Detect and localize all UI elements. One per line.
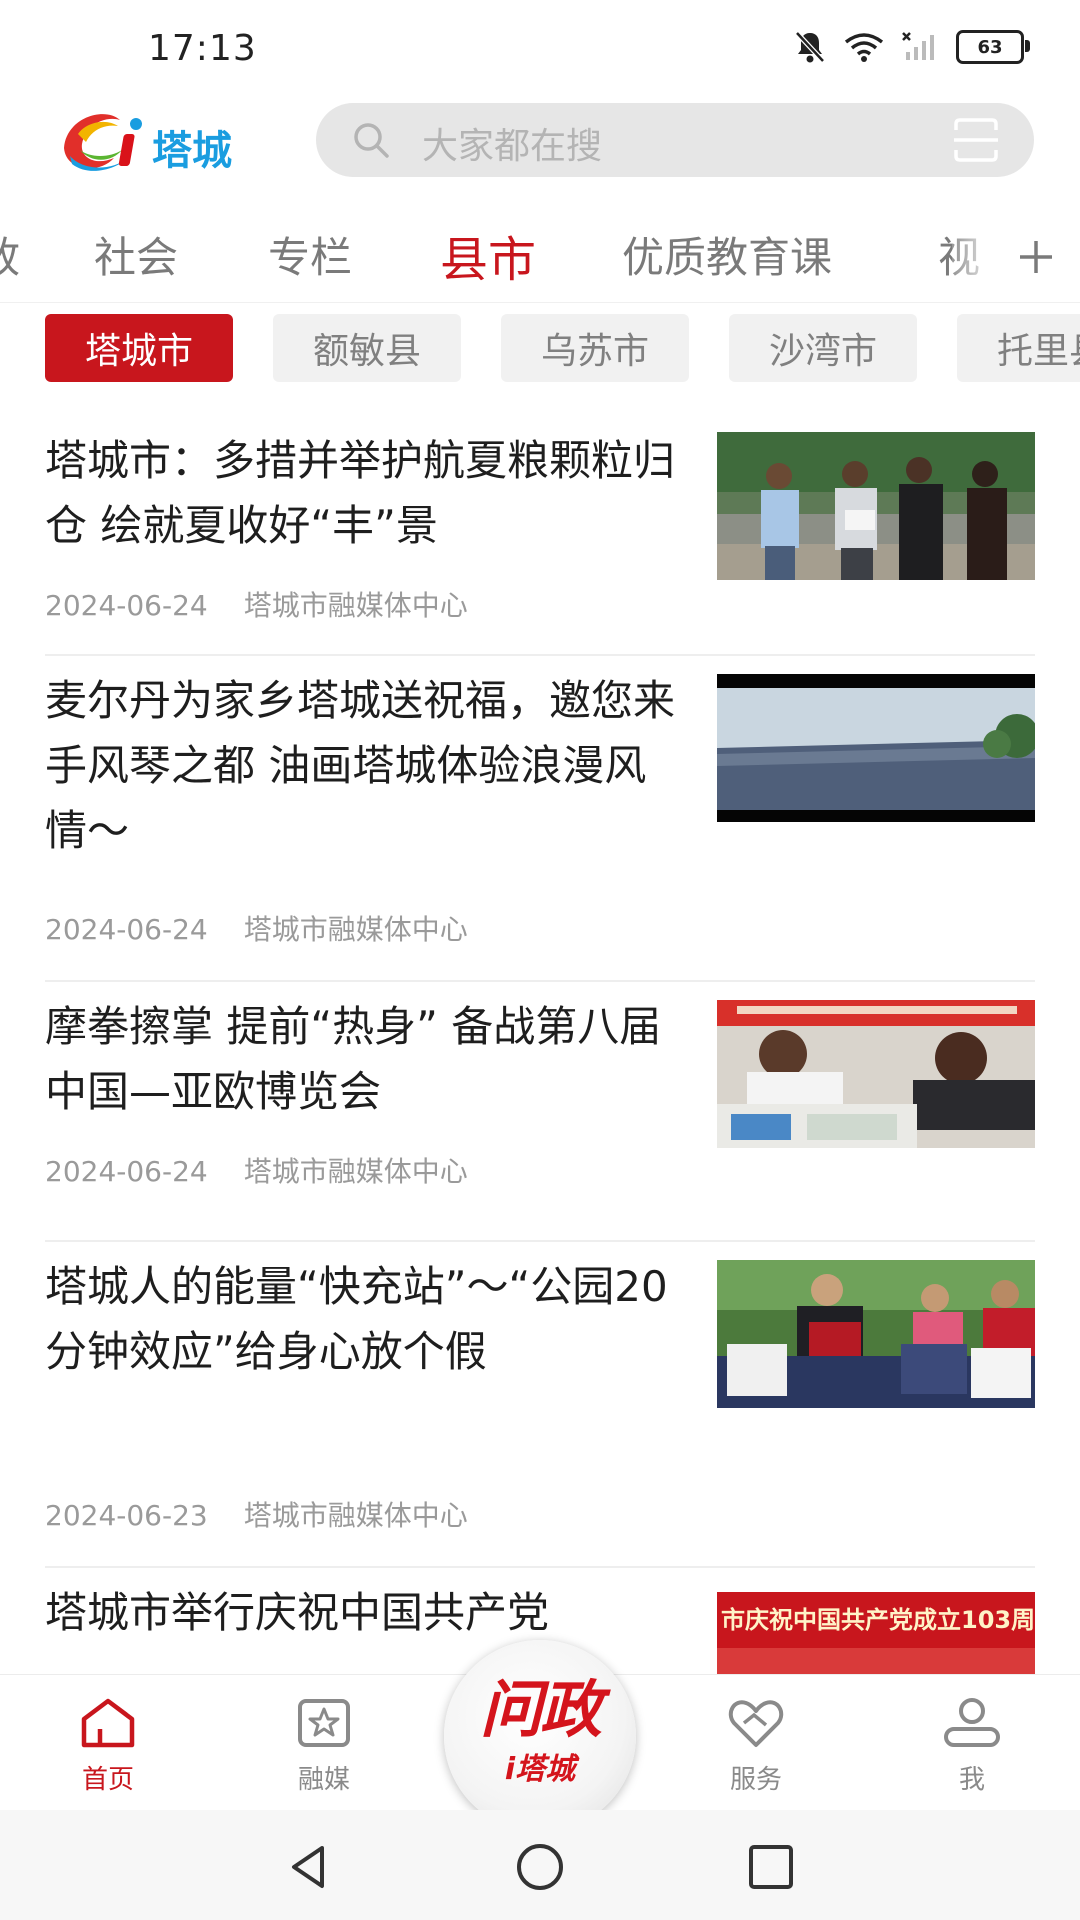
news-title: 塔城市举行庆祝中国共产党 (45, 1588, 550, 1637)
news-list: 塔城市：多措并举护航夏粮颗粒归仓 绘就夏收好“丰”景 2024-06-24 塔城市… (0, 412, 1080, 1674)
nav-media-label: 融媒 (297, 1765, 350, 1795)
news-meta: 2024-06-24 塔城市融媒体中心 (45, 1150, 468, 1190)
bell-off-icon (795, 31, 825, 63)
news-meta: 2024-06-23 塔城市融媒体中心 (45, 1494, 468, 1534)
back-icon[interactable] (282, 1840, 336, 1894)
news-thumbnail (717, 674, 1035, 822)
chip-shawan-city[interactable]: 沙湾市 (729, 314, 917, 382)
home-circle-icon[interactable] (513, 1840, 567, 1894)
news-title: 麦尔丹为家乡塔城送祝福，邀您来手风琴之都 油画塔城体验浪漫风情～ (45, 676, 676, 855)
thumb-banner-text: 市庆祝中国共产党成立103周年 (721, 1606, 1035, 1634)
home-icon (81, 1698, 135, 1748)
news-thumbnail (717, 1260, 1035, 1408)
chip-tacheng-city[interactable]: 塔城市 (45, 314, 233, 382)
heart-handshake-icon (728, 1700, 784, 1747)
nav-home[interactable]: 首页 (38, 1695, 178, 1805)
news-item[interactable]: 麦尔丹为家乡塔城送祝福，邀您来手风琴之都 油画塔城体验浪漫风情～ 2024-06… (45, 654, 1035, 982)
scan-icon[interactable] (952, 116, 1000, 164)
status-icons: 63 (794, 30, 1030, 64)
nav-me[interactable]: 我 (902, 1695, 1042, 1805)
news-thumbnail (717, 432, 1035, 580)
nav-me-label: 我 (958, 1765, 985, 1795)
news-source: 塔城市融媒体中心 (243, 1155, 468, 1188)
user-icon (944, 1698, 1000, 1747)
star-frame-icon (298, 1699, 350, 1747)
wenzheng-center-button[interactable]: 问政 i塔城 (444, 1640, 636, 1832)
news-title: 塔城人的能量“快充站”～“公园20分钟效应”给身心放个假 (45, 1262, 668, 1376)
chip-tuoli-county[interactable]: 托里县 (957, 314, 1080, 382)
news-date: 2024-06-24 (45, 1155, 208, 1188)
news-title: 摩拳擦掌 提前“热身” 备战第八届中国—亚欧博览会 (45, 1002, 662, 1116)
center-button-title: 问政 (479, 1673, 602, 1746)
chip-emin-county[interactable]: 额敏县 (273, 314, 461, 382)
system-nav-bar (0, 1810, 1080, 1920)
news-item[interactable]: 塔城人的能量“快充站”～“公园20分钟效应”给身心放个假 2024-06-23 塔… (45, 1240, 1035, 1568)
news-date: 2024-06-24 (45, 913, 208, 946)
status-bar: 17:13 63 (0, 0, 1080, 100)
battery-level: 63 (977, 36, 1003, 58)
tab-county[interactable]: 县市 (440, 220, 536, 290)
search-icon (354, 123, 389, 158)
news-source: 塔城市融媒体中心 (243, 913, 468, 946)
battery-icon: 63 (956, 30, 1030, 64)
signal-icon (902, 32, 934, 60)
county-chips: 塔城市 额敏县 乌苏市 沙湾市 托里县 (0, 314, 1080, 384)
news-item[interactable]: 摩拳擦掌 提前“热身” 备战第八届中国—亚欧博览会 2024-06-24 塔城市融… (45, 980, 1035, 1242)
search-bar[interactable]: 大家都在搜 (316, 103, 1034, 177)
search-placeholder: 大家都在搜 (422, 126, 603, 167)
news-item[interactable]: 塔城市：多措并举护航夏粮颗粒归仓 绘就夏收好“丰”景 2024-06-24 塔城市… (45, 412, 1035, 656)
news-meta: 2024-06-24 塔城市融媒体中心 (45, 584, 468, 624)
header: 塔城 大家都在搜 (0, 100, 1080, 210)
news-date: 2024-06-23 (45, 1499, 208, 1532)
center-button-subtitle: i塔城 (504, 1752, 576, 1787)
channel-tabs: 政 社会 专栏 县市 优质教育课 视 (0, 212, 1080, 303)
news-title: 塔城市：多措并举护航夏粮颗粒归仓 绘就夏收好“丰”景 (45, 436, 676, 550)
chip-wusu-city[interactable]: 乌苏市 (501, 314, 689, 382)
tab-partial-left[interactable]: 政 (0, 224, 20, 285)
news-meta: 2024-06-24 塔城市融媒体中心 (45, 908, 468, 948)
wifi-icon (844, 33, 884, 62)
news-source: 塔城市融媒体中心 (243, 589, 468, 622)
logo-text: 塔城 (152, 128, 232, 174)
tab-society[interactable]: 社会 (94, 224, 178, 285)
app-logo[interactable]: 塔城 (56, 100, 256, 180)
news-thumbnail: 市庆祝中国共产党成立103周年 (717, 1592, 1035, 1674)
tab-education[interactable]: 优质教育课 (622, 224, 832, 285)
news-date: 2024-06-24 (45, 589, 208, 622)
nav-media[interactable]: 融媒 (254, 1695, 394, 1805)
nav-service-label: 服务 (729, 1765, 782, 1795)
nav-service[interactable]: 服务 (686, 1695, 826, 1805)
add-channel-button[interactable] (952, 212, 1062, 302)
recents-icon[interactable] (744, 1840, 798, 1894)
status-time: 17:13 (148, 28, 257, 69)
plus-icon (1020, 241, 1052, 273)
tab-column[interactable]: 专栏 (268, 224, 352, 285)
nav-home-label: 首页 (81, 1765, 134, 1795)
news-thumbnail (717, 1000, 1035, 1148)
news-source: 塔城市融媒体中心 (243, 1499, 468, 1532)
